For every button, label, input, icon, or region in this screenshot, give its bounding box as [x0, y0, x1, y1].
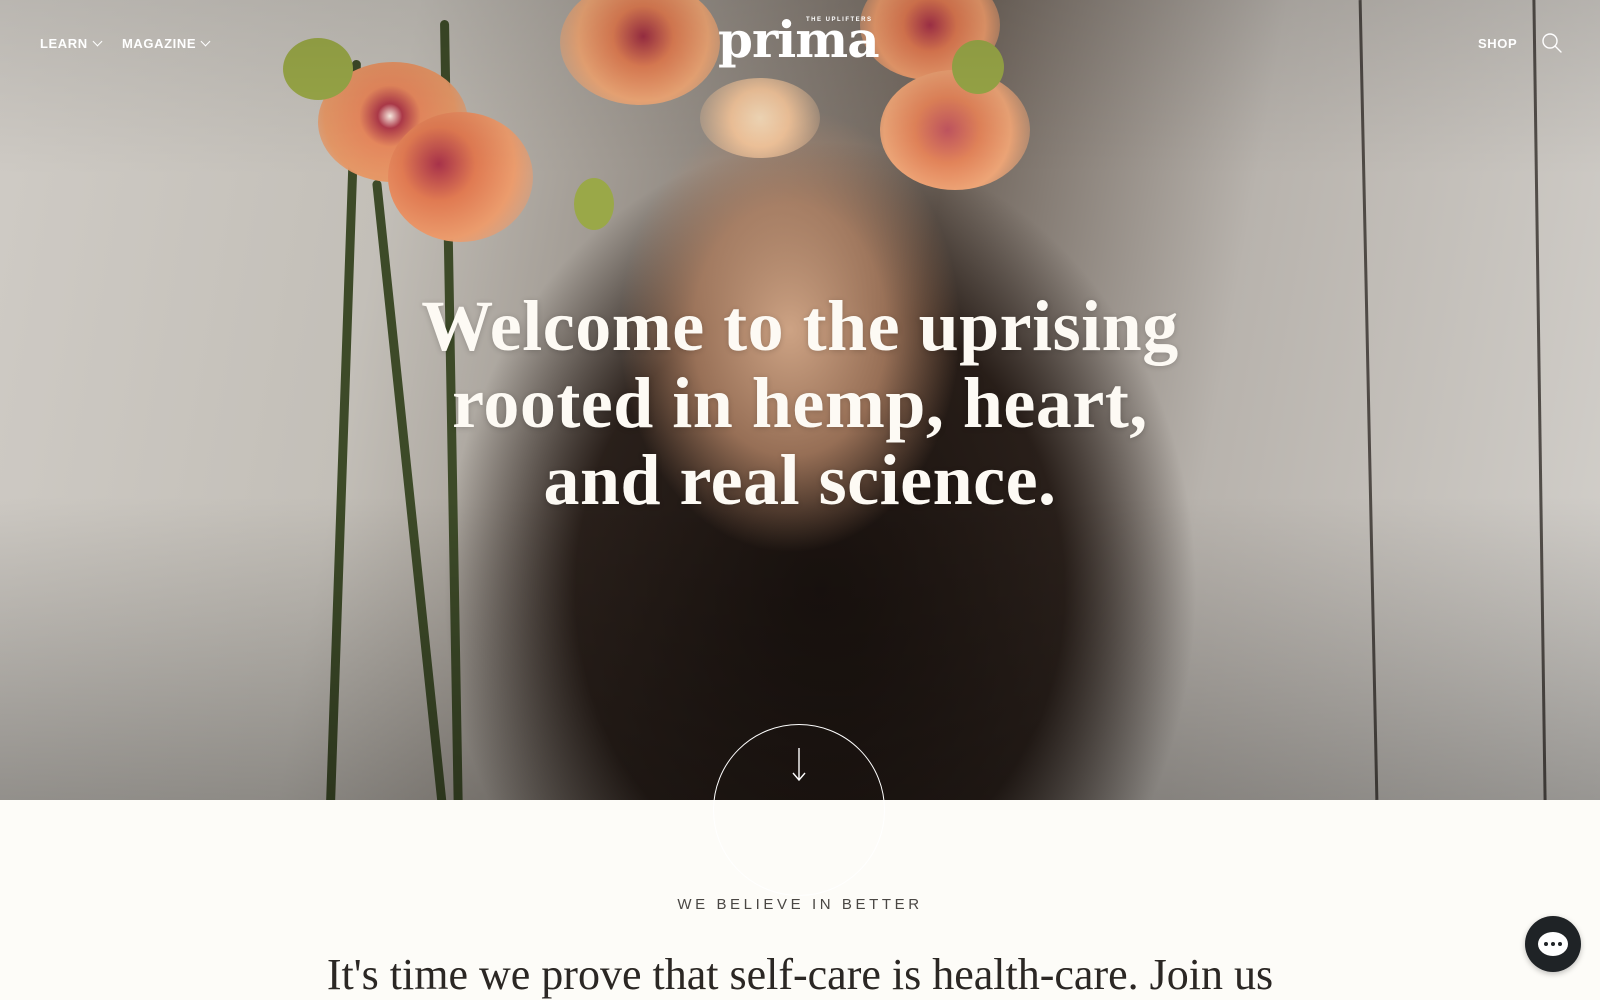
- nav-magazine-label: MAGAZINE: [122, 36, 197, 51]
- hero-headline-line: rooted in hemp, heart,: [452, 363, 1148, 443]
- site-logo[interactable]: THE UPLIFTERS prima: [718, 10, 880, 74]
- nav-learn-label: LEARN: [40, 36, 88, 51]
- nav-shop[interactable]: SHOP: [1478, 36, 1517, 51]
- logo-kicker: THE UPLIFTERS: [806, 17, 873, 23]
- hero-headline: Welcome to the uprising rooted in hemp, …: [340, 288, 1260, 519]
- chat-dot: [1558, 942, 1562, 946]
- chevron-down-icon: [92, 36, 103, 47]
- chevron-down-icon: [200, 36, 211, 47]
- nav-magazine[interactable]: MAGAZINE: [122, 36, 211, 51]
- search-icon: [1542, 33, 1562, 53]
- chat-launcher-button[interactable]: [1525, 916, 1581, 972]
- chat-dot: [1551, 942, 1555, 946]
- scroll-down-button[interactable]: [713, 724, 885, 896]
- chat-dot: [1544, 942, 1548, 946]
- section-eyebrow: WE BELIEVE IN BETTER: [677, 896, 923, 913]
- hero-headline-line: and real science.: [543, 440, 1057, 520]
- nav-learn[interactable]: LEARN: [40, 36, 103, 51]
- search-button[interactable]: [1540, 32, 1564, 56]
- nav-shop-label: SHOP: [1478, 36, 1518, 51]
- arrow-down-icon: [791, 747, 806, 781]
- chat-bubble-icon: [1538, 932, 1568, 956]
- hero-headline-line: Welcome to the uprising: [421, 286, 1179, 366]
- section-intro: It's time we prove that self-care is hea…: [326, 950, 1274, 999]
